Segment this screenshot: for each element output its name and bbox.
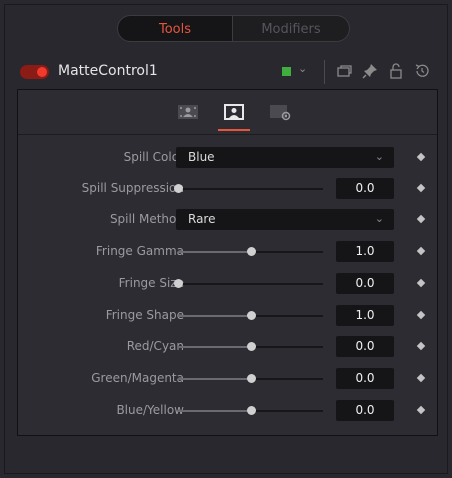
fringe-shape-field[interactable]: 1.0 (336, 305, 394, 326)
fringe-shape-slider[interactable] (178, 311, 323, 320)
slider-fill (178, 251, 251, 253)
fringe-gamma-field[interactable]: 1.0 (336, 241, 394, 262)
fringe-size-field[interactable]: 0.0 (336, 273, 394, 294)
panel-divider (18, 134, 437, 135)
control-row-red-cyan: Red/Cyan 0.0 (18, 335, 437, 359)
keyframe-icon[interactable] (416, 183, 426, 193)
keyframe-icon[interactable] (416, 152, 426, 162)
keyframe-icon[interactable] (416, 214, 426, 224)
blue-yellow-slider[interactable] (178, 406, 323, 415)
spill-method-dropdown[interactable]: Rare ⌄ (176, 209, 394, 230)
settings-icon[interactable] (268, 102, 292, 124)
node-header: MatteControl1 ⌄ (4, 56, 448, 88)
header-divider (324, 60, 325, 84)
control-label: Fringe Gamma (95, 244, 184, 258)
control-row-fringe-gamma: Fringe Gamma 1.0 (18, 240, 437, 264)
slider-handle[interactable] (246, 406, 256, 415)
slider-fill (178, 378, 251, 380)
reset-icon[interactable] (412, 61, 432, 81)
node-enable-toggle[interactable] (20, 65, 49, 79)
red-cyan-slider[interactable] (178, 342, 323, 351)
control-label: Fringe Shape (105, 308, 184, 322)
dropdown-value: Blue (188, 150, 215, 164)
fringe-gamma-slider[interactable] (178, 247, 323, 256)
slider-handle[interactable] (246, 311, 256, 320)
red-cyan-field[interactable]: 0.0 (336, 336, 394, 357)
slider-handle[interactable] (246, 247, 256, 256)
controls-panel: Spill Color Blue ⌄ Spill Suppression 0.0… (17, 89, 438, 436)
tab-tools[interactable]: Tools (117, 15, 233, 42)
toggle-knob (37, 67, 47, 77)
slider-fill (178, 410, 251, 412)
keyframe-icon[interactable] (416, 341, 426, 351)
green-magenta-slider[interactable] (178, 374, 323, 383)
slider-fill (178, 346, 251, 348)
spill-suppression-slider[interactable] (174, 184, 323, 193)
spill-suppression-field[interactable]: 0.0 (336, 178, 394, 199)
controls-icon[interactable] (176, 102, 200, 124)
tool-tabs: Tools Modifiers (117, 15, 350, 42)
control-label: Spill Method (109, 212, 184, 226)
keyframe-icon[interactable] (416, 310, 426, 320)
control-row-fringe-shape: Fringe Shape 1.0 (18, 304, 437, 328)
control-row-blue-yellow: Blue/Yellow 0.0 (18, 399, 437, 423)
chevron-down-icon: ⌄ (374, 150, 384, 163)
keyframe-icon[interactable] (416, 405, 426, 415)
green-magenta-field[interactable]: 0.0 (336, 368, 394, 389)
chevron-down-icon[interactable]: ⌄ (298, 62, 307, 75)
control-row-fringe-size: Fringe Size 0.0 (18, 272, 437, 296)
node-color-swatch[interactable] (282, 67, 291, 76)
control-row-spill-suppression: Spill Suppression 0.0 (18, 177, 437, 201)
control-label: Blue/Yellow (116, 403, 184, 417)
dropdown-value: Rare (188, 212, 216, 226)
spill-color-dropdown[interactable]: Blue ⌄ (176, 147, 394, 168)
keyframe-icon[interactable] (416, 373, 426, 383)
slider-handle[interactable] (174, 279, 183, 288)
spill-icon[interactable] (218, 102, 250, 131)
fringe-size-slider[interactable] (174, 279, 323, 288)
control-row-spill-method: Spill Method Rare ⌄ (18, 208, 437, 232)
pin-icon[interactable] (360, 61, 380, 81)
control-label: Red/Cyan (126, 339, 184, 353)
chevron-down-icon: ⌄ (374, 212, 384, 225)
keyframe-icon[interactable] (416, 246, 426, 256)
tab-modifiers[interactable]: Modifiers (233, 15, 350, 42)
slider-fill (178, 315, 251, 317)
slider-handle[interactable] (174, 184, 183, 193)
slider-handle[interactable] (246, 374, 256, 383)
control-label: Spill Suppression (81, 181, 184, 195)
control-label: Spill Color (123, 150, 184, 164)
control-label: Green/Magenta (91, 371, 184, 385)
node-name: MatteControl1 (58, 63, 158, 79)
control-subtabs (176, 102, 296, 131)
blue-yellow-field[interactable]: 0.0 (336, 400, 394, 421)
slider-handle[interactable] (246, 342, 256, 351)
control-row-green-magenta: Green/Magenta 0.0 (18, 367, 437, 391)
view-icon[interactable] (334, 61, 354, 81)
control-row-spill-color: Spill Color Blue ⌄ (18, 146, 437, 170)
keyframe-icon[interactable] (416, 278, 426, 288)
lock-icon[interactable] (386, 61, 406, 81)
